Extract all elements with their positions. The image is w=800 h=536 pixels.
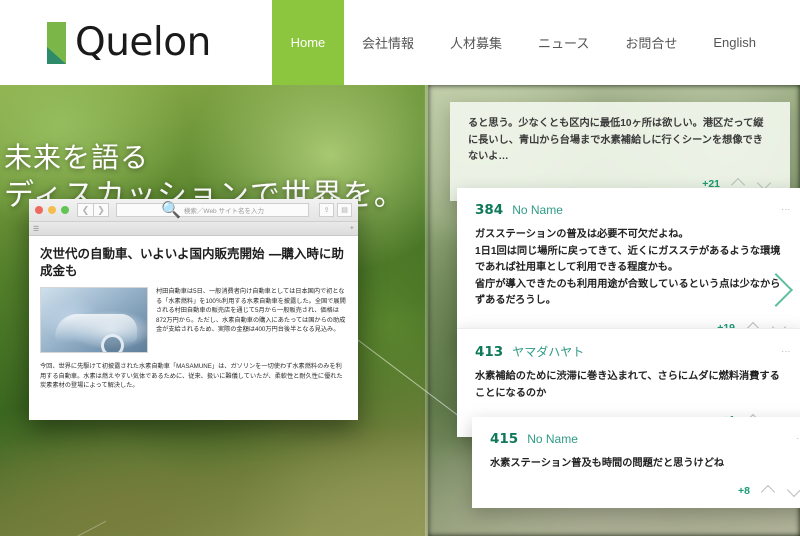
- close-window-icon[interactable]: [35, 206, 43, 214]
- article-paragraph-2: 今回、世界に先駆けて初披露された水素自動車「MASAMUNE」は、ガソリンを一切…: [40, 363, 343, 390]
- forward-icon[interactable]: ❯: [93, 203, 109, 217]
- url-input[interactable]: 🔍 検索／Web サイト名を入力: [116, 202, 309, 219]
- comment-card-partial[interactable]: ると思う。少なくとも区内に最低10ヶ所は欲しい。港区だって縦に長いし、青山から台…: [450, 102, 790, 201]
- browser-tabstrip: ☰ +: [29, 222, 358, 236]
- article-photo: [40, 287, 148, 353]
- main-navigation: Home 会社情報 人材募集 ニュース お問合せ English: [271, 0, 800, 85]
- window-controls: [35, 206, 69, 214]
- kebab-menu-icon[interactable]: ⋮: [781, 205, 791, 214]
- comment-id: 413: [475, 344, 504, 360]
- chevron-up-icon[interactable]: [763, 487, 776, 495]
- kebab-menu-icon[interactable]: ⋮: [781, 347, 791, 356]
- comment-score: +8: [738, 484, 750, 497]
- article-paragraph-1: 村田自動車は5日、一般消費者向け自動車としては日本国内で初となる「水素燃料」を1…: [156, 288, 346, 334]
- chevron-down-icon[interactable]: [789, 487, 800, 495]
- minimize-window-icon[interactable]: [48, 206, 56, 214]
- comment-body: ガスステーションの普及は必要不可欠だよね。 1日1回は同じ場所に戻ってきて、近く…: [475, 229, 781, 306]
- nav-item-home[interactable]: Home: [271, 0, 344, 85]
- brand-name: Quelon: [75, 20, 211, 65]
- article-title: 次世代の自動車、いよいよ国内販売開始 ―購入時に助成金も: [40, 246, 344, 278]
- maximize-window-icon[interactable]: [61, 206, 69, 214]
- comment-body: 水素補給のために渋滞に巻き込まれて、さらにムダに燃料消費することになるのか: [475, 371, 780, 399]
- browser-mockup: ❮ ❯ 🔍 検索／Web サイト名を入力 ⇪ ▤ ☰ + 次世代の自動車、いよい…: [29, 199, 358, 420]
- chevron-up-icon[interactable]: [733, 180, 746, 188]
- new-tab-button[interactable]: +: [350, 225, 354, 232]
- nav-item-english[interactable]: English: [695, 0, 800, 85]
- comment-id: 415: [490, 431, 519, 447]
- nav-item-news[interactable]: ニュース: [520, 0, 607, 85]
- article-view: 次世代の自動車、いよいよ国内販売開始 ―購入時に助成金も 村田自動車は5日、一般…: [29, 236, 358, 420]
- comment-card-384[interactable]: 384 No Name ⋮ ガスステーションの普及は必要不可欠だよね。 1日1回…: [457, 188, 800, 345]
- comment-header: 384 No Name ⋮: [475, 202, 791, 218]
- back-icon[interactable]: ❮: [77, 203, 93, 217]
- comment-card-415[interactable]: 415 No Name ⋮ 水素ステーション普及も時間の問題だと思うけどね +8: [472, 417, 800, 508]
- share-icon[interactable]: ⇪: [319, 203, 334, 217]
- comment-id: 384: [475, 202, 504, 218]
- comment-header: 415 No Name ⋮: [490, 431, 800, 447]
- comments-panel: ると思う。少なくとも区内に最低10ヶ所は欲しい。港区だって縦に長いし、青山から台…: [428, 85, 800, 536]
- url-placeholder-text: 検索／Web サイト名を入力: [183, 208, 264, 215]
- comment-author: ヤマダハヤト: [512, 345, 585, 359]
- logo-mark-icon: [47, 21, 66, 64]
- next-comments-chevron-right-icon[interactable]: [764, 272, 790, 308]
- comment-footer: +8: [490, 480, 800, 502]
- article-body: 村田自動車は5日、一般消費者向け自動車としては日本国内で初となる「水素燃料」を1…: [40, 287, 347, 353]
- site-logo[interactable]: Quelon: [47, 20, 211, 65]
- comment-body: ると思う。少なくとも区内に最低10ヶ所は欲しい。港区だって縦に長いし、青山から台…: [468, 118, 764, 162]
- comment-body: 水素ステーション普及も時間の問題だと思うけどね: [490, 458, 725, 469]
- comment-author: No Name: [527, 432, 578, 446]
- nav-item-recruit[interactable]: 人材募集: [432, 0, 520, 85]
- chevron-down-icon[interactable]: [759, 180, 772, 188]
- nav-item-company[interactable]: 会社情報: [344, 0, 432, 85]
- comment-header: 413 ヤマダハヤト ⋮: [475, 343, 791, 360]
- comment-author: No Name: [512, 203, 563, 217]
- hero-headline-line1: 未来を語る: [4, 141, 150, 174]
- tabs-icon[interactable]: ▤: [337, 203, 352, 217]
- search-icon: 🔍: [161, 202, 181, 219]
- bookmarks-icon[interactable]: ☰: [33, 225, 39, 233]
- page-root: Quelon Home 会社情報 人材募集 ニュース お問合せ English …: [0, 0, 800, 536]
- browser-toolbar: ❮ ❯ 🔍 検索／Web サイト名を入力 ⇪ ▤: [29, 199, 358, 222]
- site-header: Quelon Home 会社情報 人材募集 ニュース お問合せ English: [0, 0, 800, 85]
- nav-item-contact[interactable]: お問合せ: [607, 0, 695, 85]
